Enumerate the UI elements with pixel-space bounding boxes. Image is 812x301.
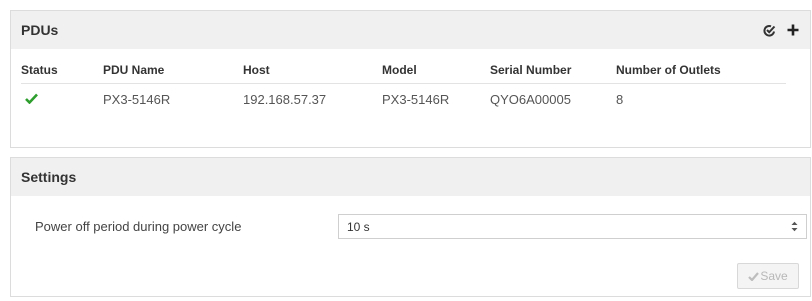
power-off-period-select[interactable]: 10 s — [338, 214, 807, 239]
power-off-label: Power off period during power cycle — [35, 219, 242, 234]
pdus-header-actions — [762, 23, 800, 37]
checkmark-icon — [21, 92, 38, 107]
model-cell: PX3-5146R — [382, 92, 450, 107]
host-cell: 192.168.57.37 — [243, 92, 327, 107]
settings-header: Settings — [11, 158, 810, 196]
edit-check-icon[interactable] — [762, 23, 776, 37]
pdus-header: PDUs — [11, 11, 810, 49]
power-off-period-value: 10 s — [347, 219, 370, 234]
status-cell — [21, 84, 103, 108]
column-header-serial-number[interactable]: Serial Number — [490, 63, 616, 84]
column-header-number-of-outlets[interactable]: Number of Outlets — [616, 63, 786, 84]
column-header-host[interactable]: Host — [243, 63, 382, 84]
column-header-model[interactable]: Model — [382, 63, 490, 84]
table-row[interactable]: PX3-5146R 192.168.57.37 PX3-5146R QYO6A0… — [21, 84, 786, 108]
pdu-table: Status PDU Name Host Model Serial Number… — [21, 63, 786, 107]
power-off-setting-row: Power off period during power cycle 10 s — [11, 214, 810, 239]
pdus-title: PDUs — [21, 22, 59, 38]
save-label: Save — [760, 269, 788, 283]
pdu-name-cell: PX3-5146R — [103, 92, 171, 107]
settings-panel: Settings Power off period during power c… — [10, 157, 811, 297]
settings-title: Settings — [21, 169, 77, 185]
column-header-status[interactable]: Status — [21, 63, 103, 84]
check-icon — [748, 271, 760, 281]
outlets-cell: 8 — [616, 92, 624, 107]
plus-icon[interactable] — [786, 23, 800, 37]
save-button[interactable]: Save — [737, 263, 799, 289]
serial-number-cell: QYO6A00005 — [490, 92, 571, 107]
column-header-pdu-name[interactable]: PDU Name — [103, 63, 243, 84]
pdus-panel: PDUs Status PDU Name Host Model Serial N… — [10, 10, 811, 148]
pdu-table-header-row: Status PDU Name Host Model Serial Number… — [21, 63, 786, 84]
select-arrows-icon — [791, 221, 798, 232]
